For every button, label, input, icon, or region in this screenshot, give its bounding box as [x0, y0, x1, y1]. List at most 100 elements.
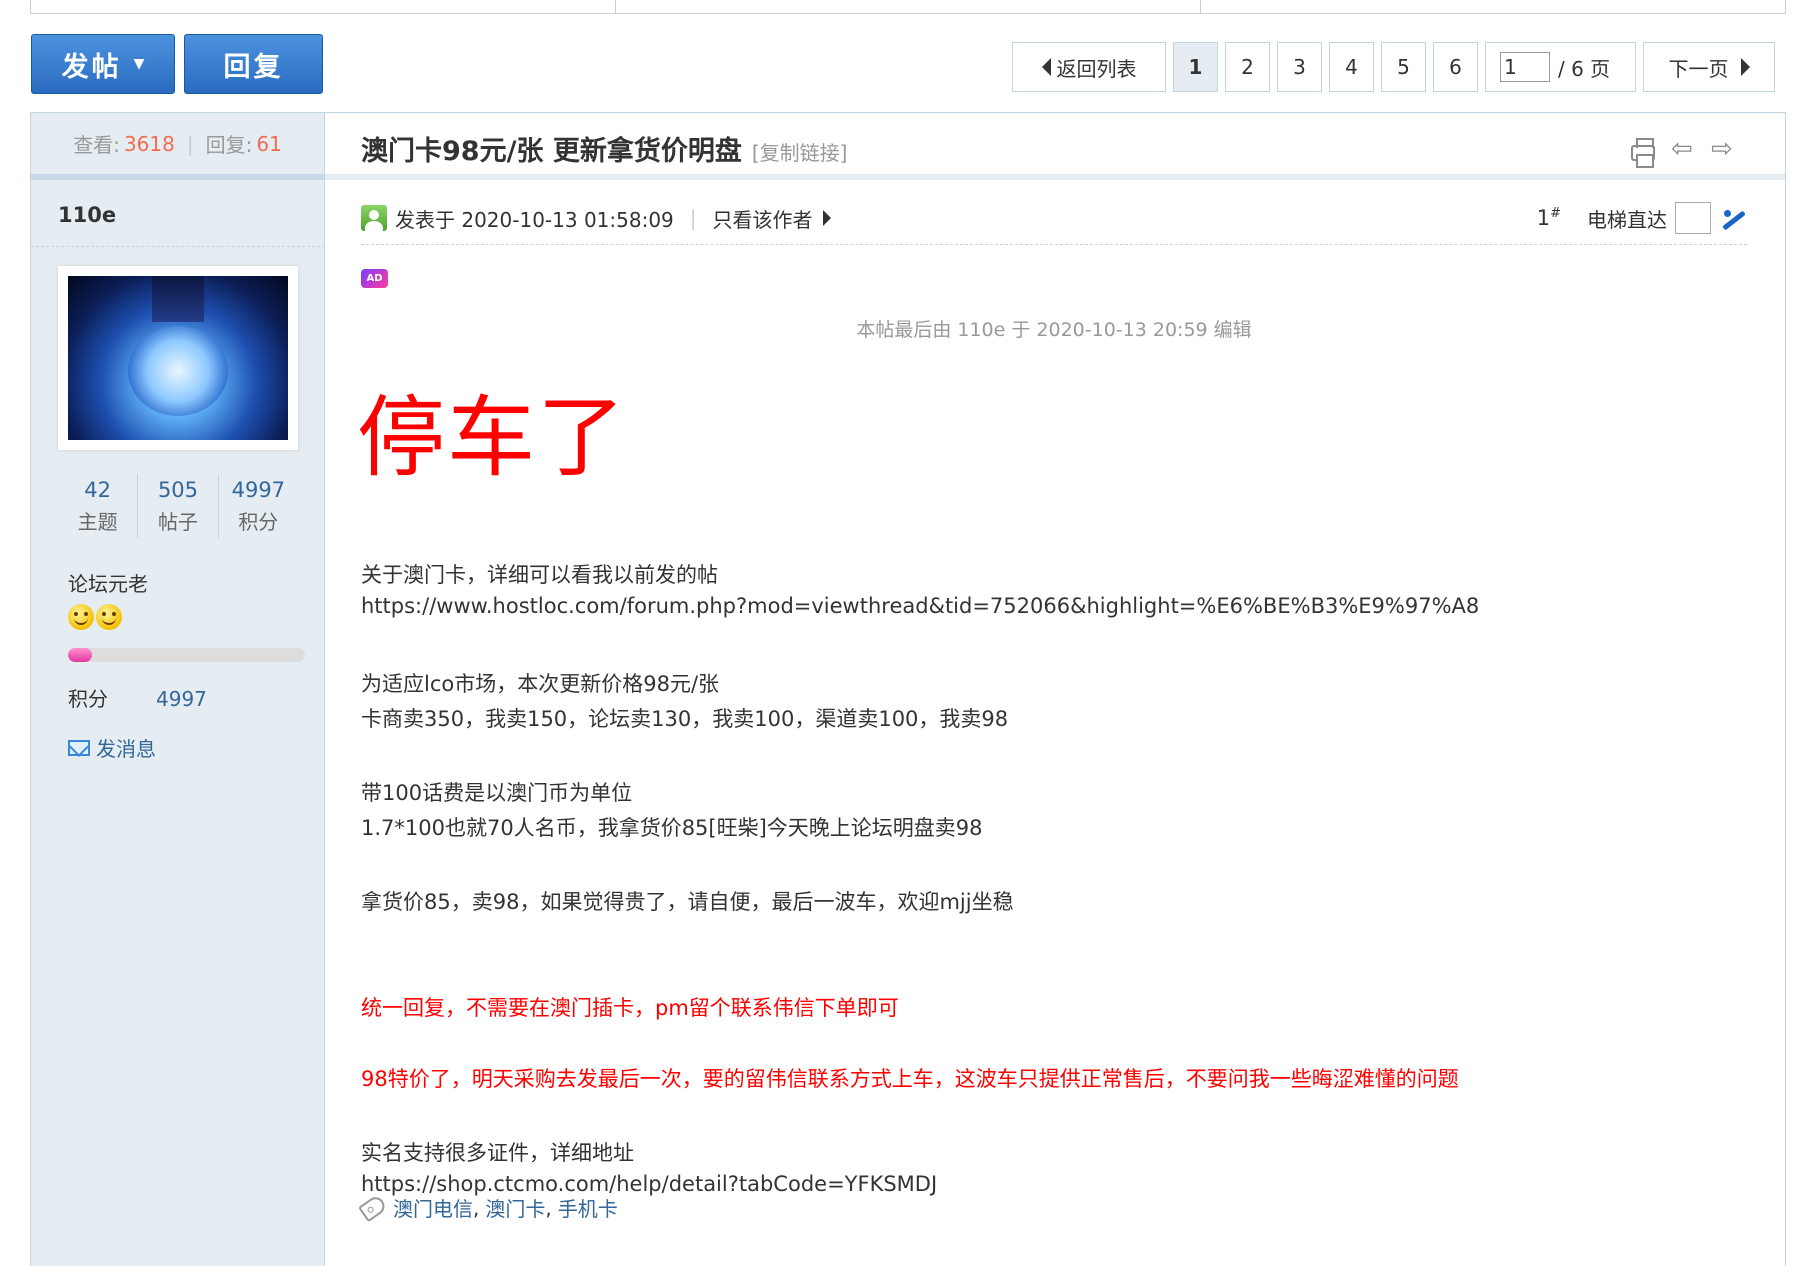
views-label: 查看:: [73, 133, 120, 157]
stat-label: 积分: [238, 510, 279, 534]
next-page-button[interactable]: 下一页: [1643, 42, 1775, 92]
views-count: 3618: [123, 131, 175, 156]
author-score: 积分 4997: [68, 683, 207, 712]
post-container: 查看: 3618 | 回复: 61 110e 42 主题 505 帖子 4997…: [30, 112, 1786, 1266]
post-line: 为适应lco市场，本次更新价格98元/张: [361, 672, 720, 696]
envelope-icon: [68, 739, 90, 756]
chevron-down-icon: ▼: [133, 56, 145, 72]
page-link-4[interactable]: 4: [1329, 42, 1374, 92]
page-total: / 6 页: [1558, 56, 1611, 81]
chevron-right-icon: [1740, 58, 1750, 76]
new-post-button[interactable]: 发帖 ▼: [31, 34, 175, 94]
smiley-icon: [68, 604, 94, 630]
page-number: 2: [1241, 55, 1254, 79]
elevator-input[interactable]: [1675, 202, 1711, 234]
score-label: 积分: [68, 687, 108, 711]
author-rank[interactable]: 论坛元老: [68, 568, 148, 597]
tag-separator: ,: [473, 1195, 480, 1220]
elevator-go-icon[interactable]: [1719, 204, 1747, 232]
smiley-icon: [96, 604, 122, 630]
next-thread-icon[interactable]: ⇨: [1711, 136, 1735, 162]
post-content: 澳门卡98元/张 更新拿货价明盘 [复制链接] ⇦ ⇨ 发表于 2020-10-1…: [325, 113, 1785, 1266]
reply-label: 回复: [223, 51, 284, 83]
post-line: 关于澳门卡，详细可以看我以前发的帖: [361, 563, 718, 587]
post-time: 发表于 2020-10-13 01:58:09: [395, 207, 674, 232]
post-line: 拿货价85，卖98，如果觉得贵了，请自便，最后一波车，欢迎mjj坐稳: [361, 890, 1014, 914]
page-number: 1: [1188, 55, 1203, 79]
floor-tools: 1# 电梯直达: [1537, 202, 1747, 234]
page-number: 4: [1345, 55, 1358, 79]
pagination: 返回列表 1 2 3 4 5 6 / 6 页 下一页: [1012, 42, 1775, 92]
divider: [361, 244, 1747, 245]
next-page-label: 下一页: [1668, 56, 1729, 81]
previous-table-row: [30, 0, 1786, 14]
avatar-emblem: [128, 326, 228, 417]
tag-link[interactable]: 澳门卡: [485, 1193, 545, 1222]
new-post-label: 发帖: [61, 51, 122, 83]
online-user-icon: [361, 205, 387, 231]
replies-label: 回复:: [205, 133, 253, 157]
reply-button[interactable]: 回复: [184, 34, 323, 94]
page-link-5[interactable]: 5: [1381, 42, 1426, 92]
stat-value: 505: [157, 478, 199, 502]
tag-link[interactable]: 手机卡: [558, 1193, 618, 1222]
stat-credits[interactable]: 4997 积分: [219, 474, 298, 538]
tag-link[interactable]: 澳门电信: [393, 1193, 473, 1222]
level-progress-fill: [68, 648, 92, 662]
stat-value: 4997: [231, 478, 286, 502]
tag-icon: [358, 1193, 388, 1222]
author-name[interactable]: 110e: [58, 203, 116, 227]
stat-posts[interactable]: 505 帖子: [138, 474, 219, 538]
page-link-6[interactable]: 6: [1433, 42, 1478, 92]
avatar-figure: [151, 276, 205, 322]
post-line: 98特价了，明天采购去发最后一次，要的留伟信联系方式上车，这波车只提供正常售后，…: [361, 1067, 1459, 1091]
stat-label: 主题: [77, 510, 118, 534]
edited-note: 本帖最后由 110e 于 2020-10-13 20:59 编辑: [856, 319, 1252, 341]
avatar[interactable]: [58, 266, 298, 450]
divider: |: [186, 131, 194, 156]
send-message-link[interactable]: 发消息: [68, 733, 156, 762]
post-tags: 澳门电信, 澳门卡, 手机卡: [358, 1193, 618, 1222]
copy-link-button[interactable]: [复制链接]: [752, 141, 848, 165]
thread-tools: ⇦ ⇨: [1631, 136, 1735, 168]
stat-label: 帖子: [157, 510, 198, 534]
replies-count: 61: [256, 131, 282, 156]
avatar-image: [68, 276, 288, 440]
tag-separator: ,: [545, 1195, 552, 1220]
stat-threads[interactable]: 42 主题: [58, 474, 139, 538]
post-meta: 发表于 2020-10-13 01:58:09 | 只看该作者 1# 电梯直达: [361, 198, 1747, 238]
post-headline: 停车了: [357, 386, 628, 489]
thread-title: 澳门卡98元/张 更新拿货价明盘 [复制链接]: [361, 129, 847, 168]
back-to-list-label: 返回列表: [1056, 56, 1137, 81]
post-line: 带100话费是以澳门币为单位: [361, 781, 633, 805]
thread-title-text: 澳门卡98元/张 更新拿货价明盘: [361, 136, 742, 167]
score-value: 4997: [156, 687, 207, 711]
post-line: 实名支持很多证件，详细地址: [361, 1141, 634, 1165]
floor-value: 1: [1536, 206, 1551, 230]
ad-badge[interactable]: AD: [361, 269, 388, 288]
page-jump-input[interactable]: [1500, 52, 1550, 82]
thread-title-bar: 澳门卡98元/张 更新拿货价明盘 [复制链接] ⇦ ⇨: [325, 113, 1785, 180]
rank-stars: [68, 604, 122, 630]
chevron-right-icon: [822, 210, 831, 226]
author-only-link[interactable]: 只看该作者: [713, 204, 831, 233]
thread-stats: 查看: 3618 | 回复: 61: [31, 113, 324, 180]
author-stats: 42 主题 505 帖子 4997 积分: [58, 474, 298, 538]
page-number: 6: [1449, 55, 1462, 79]
page-jump: / 6 页: [1485, 42, 1636, 92]
previous-thread-icon[interactable]: ⇦: [1671, 136, 1695, 162]
divider: [31, 246, 325, 247]
send-message-label: 发消息: [96, 737, 156, 761]
page-link-2[interactable]: 2: [1225, 42, 1270, 92]
page-number: 3: [1293, 55, 1306, 79]
stat-value: 42: [84, 478, 112, 502]
page-number: 5: [1397, 55, 1410, 79]
elevator-label: 电梯直达: [1587, 207, 1667, 232]
post-line[interactable]: https://www.hostloc.com/forum.php?mod=vi…: [361, 594, 1479, 618]
back-to-list-button[interactable]: 返回列表: [1012, 42, 1166, 92]
page-link-3[interactable]: 3: [1277, 42, 1322, 92]
floor-number: 1#: [1537, 206, 1561, 230]
post-line: 卡商卖350，我卖150，论坛卖130，我卖100，渠道卖100，我卖98: [361, 707, 1009, 731]
print-icon[interactable]: [1631, 138, 1655, 168]
page-link-1[interactable]: 1: [1173, 42, 1218, 92]
